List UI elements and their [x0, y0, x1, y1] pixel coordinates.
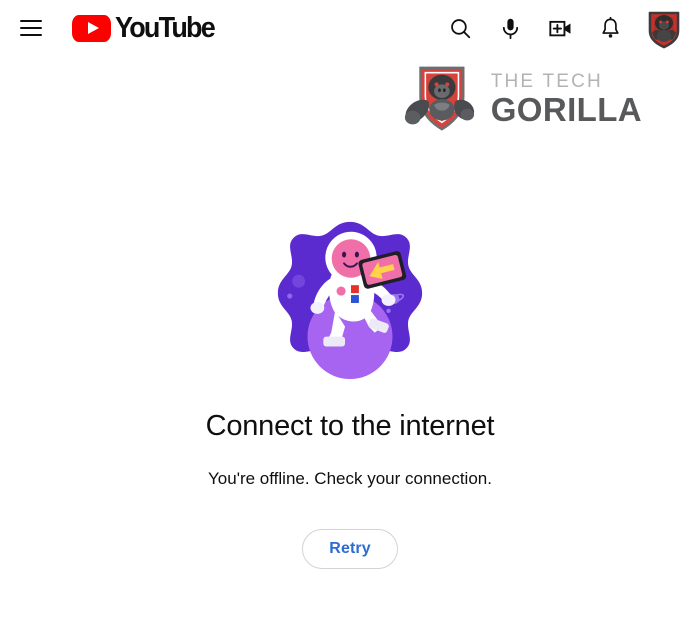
notifications-bell-icon[interactable]	[590, 8, 630, 48]
account-avatar[interactable]	[642, 6, 686, 50]
offline-message-panel: Connect to the internet You're offline. …	[0, 142, 700, 569]
search-icon[interactable]	[440, 8, 480, 48]
tech-gorilla-wordmark: THE TECH GORILLA	[491, 72, 642, 126]
microphone-icon[interactable]	[490, 8, 530, 48]
hamburger-bar	[20, 34, 42, 36]
retry-button[interactable]: Retry	[302, 529, 398, 569]
youtube-play-icon	[72, 14, 111, 42]
hamburger-bar	[20, 27, 42, 29]
gorilla-shield-logo	[404, 66, 474, 131]
astronaut-offline-illustration	[277, 221, 423, 380]
brand-line-bottom: GORILLA	[490, 91, 642, 128]
tech-gorilla-brand[interactable]: THE TECH GORILLA	[399, 62, 642, 136]
youtube-wordmark: YouTube	[115, 11, 216, 44]
create-video-icon[interactable]	[540, 8, 580, 48]
youtube-logo[interactable]: YouTube	[72, 11, 221, 44]
offline-title: Connect to the internet	[205, 410, 495, 442]
brand-line-top: THE TECH	[490, 71, 603, 92]
channel-banner: THE TECH GORILLA	[0, 56, 700, 142]
hamburger-menu-icon[interactable]	[12, 9, 50, 47]
masthead: YouTube	[0, 0, 700, 56]
hamburger-bar	[20, 20, 42, 22]
offline-subtitle: You're offline. Check your connection.	[208, 469, 492, 488]
